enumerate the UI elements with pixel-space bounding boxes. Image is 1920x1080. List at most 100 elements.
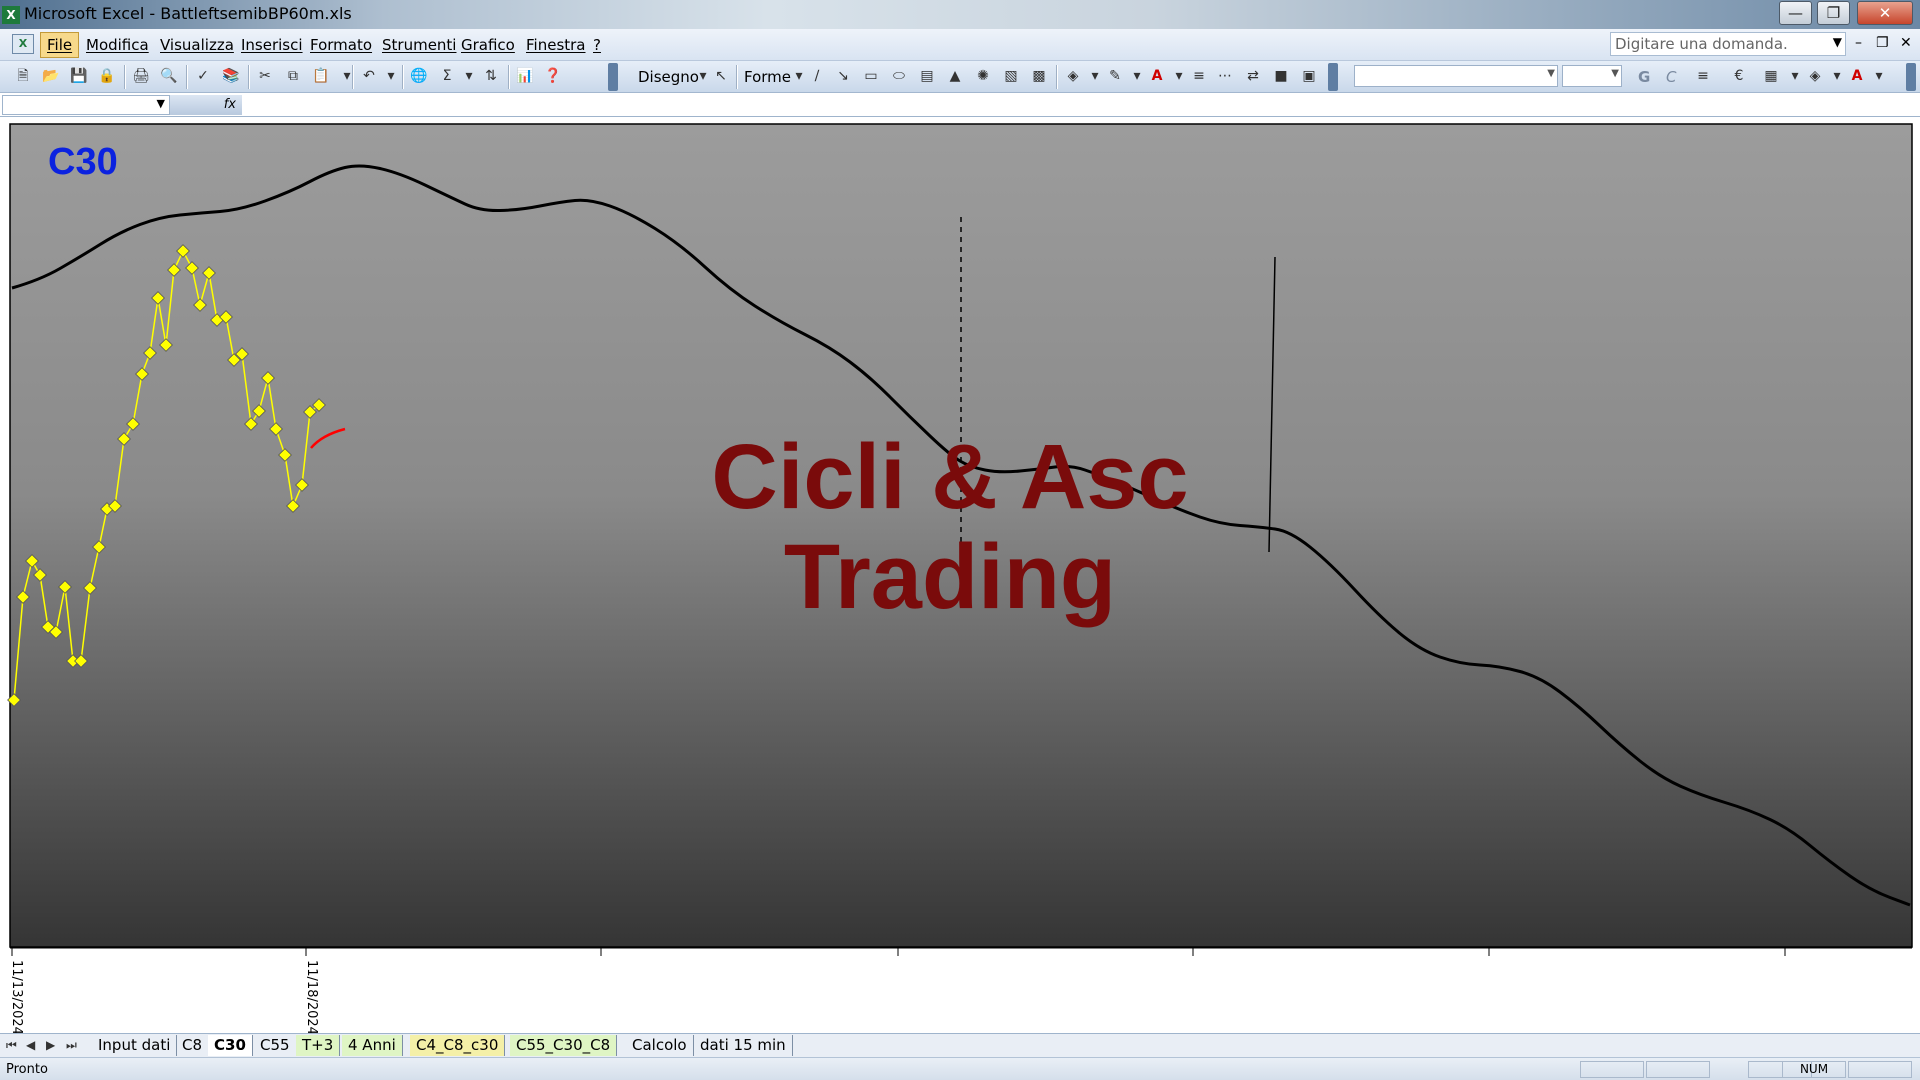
tab-c55[interactable]: C55	[254, 1035, 297, 1056]
tab-t-plus-3[interactable]: T+3	[296, 1035, 341, 1056]
menu-formato[interactable]: Formato	[310, 36, 372, 54]
drawing-menu[interactable]: Disegno	[638, 68, 699, 86]
shapes-menu[interactable]: Forme	[744, 68, 791, 86]
tab-dati-15-min[interactable]: dati 15 min	[694, 1035, 793, 1056]
research-icon[interactable]: 📚	[222, 67, 240, 85]
chevron-down-icon[interactable]: ▼	[157, 97, 165, 110]
font-color-icon[interactable]: A	[1148, 67, 1166, 85]
picture-icon[interactable]: ▩	[1030, 67, 1048, 85]
chevron-down-icon[interactable]: ▾	[1128, 67, 1146, 85]
tab-calcolo[interactable]: Calcolo	[626, 1035, 694, 1056]
font-size-combo[interactable]: ▼	[1562, 65, 1622, 87]
menu-inserisci[interactable]: Inserisci	[241, 36, 303, 54]
help-question-input[interactable]: Digitare una domanda. ▼	[1610, 32, 1846, 56]
close-icon[interactable]: ✕	[1857, 1, 1913, 25]
prev-sheet-icon[interactable]: ◀	[26, 1038, 35, 1052]
paste-icon[interactable]: 📋	[312, 67, 330, 85]
arrow-style-icon[interactable]: ⇄	[1244, 67, 1262, 85]
next-sheet-icon[interactable]: ▶	[46, 1038, 55, 1052]
save-icon[interactable]: 💾	[70, 67, 88, 85]
chevron-down-icon[interactable]: ▼	[1833, 35, 1842, 49]
permission-icon[interactable]: 🔒	[98, 67, 116, 85]
tab-input-dati[interactable]: Input dati	[92, 1035, 178, 1056]
select-objects-icon[interactable]: ↖	[712, 67, 730, 85]
font-name-combo[interactable]: ▼	[1354, 65, 1558, 87]
last-sheet-icon[interactable]: ⏭	[66, 1038, 77, 1053]
print-icon[interactable]: 🖨	[132, 67, 150, 85]
chart-area[interactable]: C30 Cicli & Asc Trading 11/13/2024 11/18…	[0, 117, 1920, 1037]
excel-app-icon[interactable]: X	[2, 6, 20, 24]
shadow-icon[interactable]: ■	[1272, 67, 1290, 85]
clipart-icon[interactable]: ▧	[1002, 67, 1020, 85]
chevron-down-icon[interactable]: ▾	[382, 67, 400, 85]
menu-finestra[interactable]: Finestra	[526, 36, 586, 54]
open-icon[interactable]: 📂	[42, 67, 60, 85]
chevron-down-icon[interactable]: ▾	[1870, 67, 1888, 85]
3d-icon[interactable]: ▣	[1300, 67, 1318, 85]
spelling-icon[interactable]: ✓	[194, 67, 212, 85]
chevron-down-icon[interactable]: ▾	[1828, 67, 1846, 85]
print-preview-icon[interactable]: 🔍	[160, 67, 178, 85]
chevron-down-icon[interactable]: ▾	[1170, 67, 1188, 85]
chevron-down-icon[interactable]: ▾	[1086, 67, 1104, 85]
bold-button[interactable]: G	[1638, 68, 1650, 86]
textbox-icon[interactable]: ▤	[918, 67, 936, 85]
menu-grafico[interactable]: Grafico	[461, 36, 515, 54]
rectangle-icon[interactable]: ▭	[862, 67, 880, 85]
chevron-down-icon[interactable]: ▼	[1547, 68, 1555, 79]
chevron-down-icon[interactable]: ▾	[790, 67, 808, 85]
help-icon[interactable]: ❓	[544, 67, 562, 85]
toolbar-options-icon[interactable]	[1328, 63, 1338, 91]
arrow-icon[interactable]: ↘	[834, 67, 852, 85]
fill-color-icon[interactable]: ◈	[1806, 67, 1824, 85]
doc-restore-icon[interactable]: ❐	[1876, 35, 1889, 51]
menu-visualizza[interactable]: Visualizza	[160, 36, 234, 54]
doc-close-icon[interactable]: ✕	[1900, 35, 1912, 51]
minimize-icon[interactable]: —	[1779, 1, 1812, 25]
oval-icon[interactable]: ⬭	[890, 67, 908, 85]
insert-function-button[interactable]: fx	[170, 95, 242, 115]
align-center-icon[interactable]: ≡	[1694, 67, 1712, 85]
cut-icon[interactable]: ✂	[256, 67, 274, 85]
menu-help[interactable]: ?	[593, 36, 601, 54]
toolbar-separator	[508, 65, 510, 89]
first-sheet-icon[interactable]: ⏮	[6, 1038, 17, 1053]
toolbar-options-icon[interactable]	[608, 63, 618, 91]
window-title: Microsoft Excel - BattleftsemibBP60m.xls	[24, 4, 352, 23]
chevron-down-icon[interactable]: ▾	[1786, 67, 1804, 85]
menu-file[interactable]: File	[40, 32, 80, 58]
dash-style-icon[interactable]: ⋯	[1216, 67, 1234, 85]
tab-c55-c30-c8[interactable]: C55_C30_C8	[510, 1035, 618, 1056]
restore-icon[interactable]: ❐	[1817, 1, 1850, 25]
name-box[interactable]: ▼	[2, 95, 170, 115]
tab-c4-c8-c30[interactable]: C4_C8_c30	[410, 1035, 506, 1056]
wordart-icon[interactable]: ▲	[946, 67, 964, 85]
menu-strumenti[interactable]: Strumenti	[382, 36, 456, 54]
chevron-down-icon[interactable]: ▼	[1611, 68, 1619, 79]
chart-wizard-icon[interactable]: 📊	[516, 67, 534, 85]
chevron-down-icon[interactable]: ▾	[460, 67, 478, 85]
line-icon[interactable]: ∕	[808, 67, 826, 85]
font-color-icon[interactable]: A	[1848, 67, 1866, 85]
toolbar-options-icon[interactable]	[1906, 63, 1916, 91]
menu-modifica[interactable]: Modifica	[86, 36, 149, 54]
tab-c8[interactable]: C8	[176, 1035, 210, 1056]
sort-icon[interactable]: ⇅	[482, 67, 500, 85]
autosum-icon[interactable]: Σ	[438, 67, 456, 85]
tab-c30[interactable]: C30	[208, 1035, 253, 1056]
doc-minimize-icon[interactable]: –	[1855, 35, 1862, 51]
fill-color-icon[interactable]: ◈	[1064, 67, 1082, 85]
tab-4-anni[interactable]: 4 Anni	[342, 1035, 403, 1056]
new-icon[interactable]: 🗎	[14, 67, 32, 85]
borders-icon[interactable]: ▦	[1762, 67, 1780, 85]
italic-button[interactable]: C	[1666, 68, 1676, 86]
copy-icon[interactable]: ⧉	[284, 67, 302, 85]
diagram-icon[interactable]: ✺	[974, 67, 992, 85]
workbook-icon[interactable]: X	[12, 34, 34, 54]
line-style-icon[interactable]: ≡	[1190, 67, 1208, 85]
euro-icon[interactable]: €	[1730, 67, 1748, 85]
chevron-down-icon[interactable]: ▾	[694, 67, 712, 85]
hyperlink-icon[interactable]: 🌐	[410, 67, 428, 85]
line-color-icon[interactable]: ✎	[1106, 67, 1124, 85]
undo-icon[interactable]: ↶	[360, 67, 378, 85]
